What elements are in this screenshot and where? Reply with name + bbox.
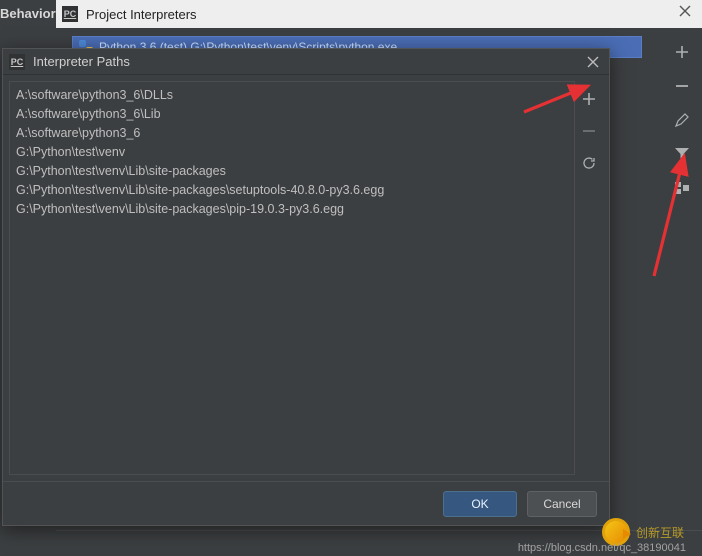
watermark-url: https://blog.csdn.net/qc_38190041 xyxy=(518,542,686,554)
dialog-content: A:\software\python3_6\DLLsA:\software\py… xyxy=(3,75,609,481)
add-interpreter-button[interactable] xyxy=(670,40,694,64)
interpreter-paths-dialog: PC Interpreter Paths A:\software\python3… xyxy=(2,48,610,526)
pycharm-icon: PC xyxy=(62,6,78,22)
remove-interpreter-button[interactable] xyxy=(670,74,694,98)
behavior-label: Behavior xyxy=(0,6,56,21)
ok-button[interactable]: OK xyxy=(443,491,517,517)
pycharm-icon: PC xyxy=(9,54,25,70)
parent-titlebar: PC Project Interpreters xyxy=(56,0,702,28)
list-item[interactable]: G:\Python\test\venv\Lib\site-packages xyxy=(12,162,572,181)
paths-list[interactable]: A:\software\python3_6\DLLsA:\software\py… xyxy=(9,81,575,475)
add-path-button[interactable] xyxy=(577,87,601,111)
reload-paths-button[interactable] xyxy=(577,151,601,175)
dialog-titlebar: PC Interpreter Paths xyxy=(3,49,609,75)
dialog-footer: OK Cancel xyxy=(3,481,609,525)
list-item[interactable]: A:\software\python3_6\DLLs xyxy=(12,86,572,105)
close-icon[interactable] xyxy=(583,52,603,72)
close-icon[interactable] xyxy=(676,4,694,22)
list-toolbar xyxy=(575,81,603,475)
parent-title: Project Interpreters xyxy=(86,7,197,22)
right-toolbar xyxy=(662,36,702,200)
edit-interpreter-button[interactable] xyxy=(670,108,694,132)
show-paths-button[interactable] xyxy=(670,176,694,200)
list-item[interactable]: G:\Python\test\venv xyxy=(12,143,572,162)
cancel-button[interactable]: Cancel xyxy=(527,491,597,517)
list-item[interactable]: G:\Python\test\venv\Lib\site-packages\pi… xyxy=(12,200,572,219)
remove-path-button[interactable] xyxy=(577,119,601,143)
list-item[interactable]: A:\software\python3_6\Lib xyxy=(12,105,572,124)
dialog-title: Interpreter Paths xyxy=(33,54,130,69)
list-item[interactable]: G:\Python\test\venv\Lib\site-packages\se… xyxy=(12,181,572,200)
filter-icon[interactable] xyxy=(670,142,694,166)
watermark-text: 创新互联 xyxy=(636,524,684,541)
list-item[interactable]: A:\software\python3_6 xyxy=(12,124,572,143)
